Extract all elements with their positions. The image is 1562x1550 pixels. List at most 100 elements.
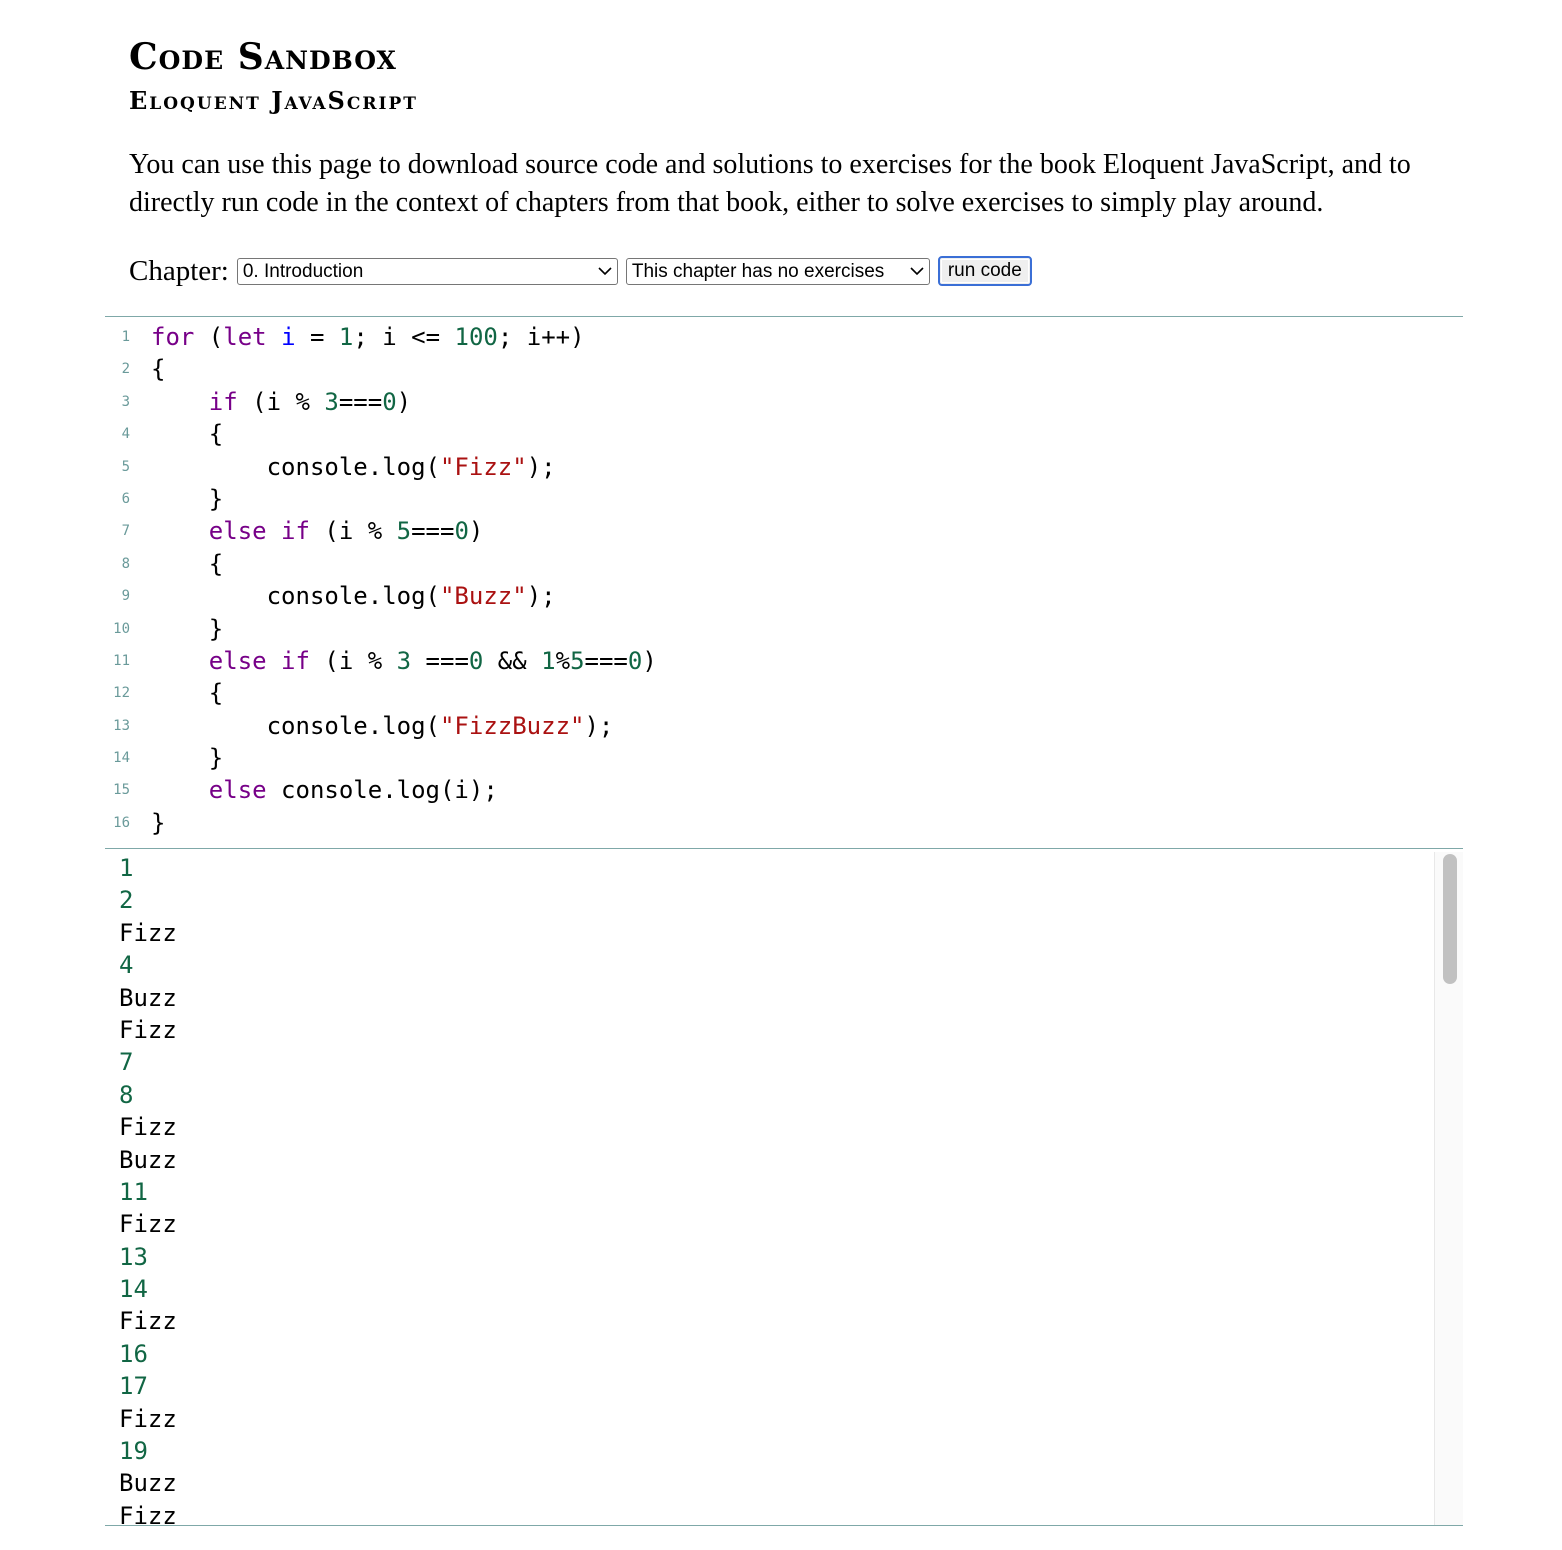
code-token: { — [151, 679, 224, 708]
code-token: % — [555, 646, 571, 675]
exercise-select[interactable]: This chapter has no exercises — [625, 257, 930, 285]
page-subtitle: Eloquent JavaScript — [129, 86, 418, 115]
code-token: if — [281, 517, 310, 546]
output-line: Buzz — [119, 1469, 177, 1498]
code-token: 3 — [396, 646, 412, 675]
code-token: (i % — [237, 387, 325, 416]
code-line[interactable]: 9 console.log("Buzz"); — [105, 580, 1463, 612]
code-token: { — [151, 420, 224, 449]
code-token: else — [208, 646, 267, 675]
code-line[interactable]: 8 { — [105, 548, 1463, 580]
line-number: 10 — [113, 620, 130, 637]
code-text: { — [151, 353, 165, 385]
editor-top-divider — [105, 316, 1463, 317]
code-text: if (i % 3===0) — [151, 386, 411, 418]
code-text: { — [151, 677, 223, 709]
code-line[interactable]: 11 else if (i % 3 ===0 && 1%5===0) — [105, 645, 1463, 677]
code-token: i — [281, 323, 296, 351]
code-token: 3 — [324, 387, 339, 416]
code-token: } — [151, 744, 224, 773]
code-line[interactable]: 7 else if (i % 5===0) — [105, 515, 1463, 547]
code-token: ; i++) — [497, 323, 585, 351]
code-token: ( — [194, 323, 224, 351]
code-line[interactable]: 14 } — [105, 742, 1463, 774]
code-token: 0 — [468, 646, 484, 675]
code-token: && — [483, 646, 542, 675]
intro-paragraph: You can use this page to download source… — [129, 149, 1411, 218]
code-line[interactable]: 2{ — [105, 353, 1463, 385]
code-token: ) — [396, 387, 412, 416]
code-line[interactable]: 6 } — [105, 483, 1463, 515]
chapter-select-value: 0. Introduction — [242, 260, 364, 282]
code-text: for (let i = 1; i <= 100; i++) — [151, 321, 585, 353]
chapter-label: Chapter: — [129, 254, 229, 287]
code-editor[interactable]: 1 for (let i = 1; i <= 100; i++) 2{3 if (i… — [105, 321, 1463, 847]
code-line[interactable]: 1 for (let i = 1; i <= 100; i++) — [105, 321, 1463, 353]
code-token: === — [584, 646, 628, 675]
scrollbar-thumb[interactable] — [1443, 854, 1457, 984]
output-line: Buzz — [119, 983, 177, 1012]
line-number: 14 — [113, 750, 130, 767]
output-bottom-divider — [105, 1525, 1463, 1526]
code-text: console.log("FizzBuzz"); — [151, 710, 614, 742]
code-line[interactable]: 12 { — [105, 677, 1463, 709]
output-line: 2 — [119, 886, 134, 915]
code-line[interactable]: 5 console.log("Fizz"); — [105, 451, 1463, 483]
code-line[interactable]: 10 } — [105, 613, 1463, 645]
code-token: 0 — [627, 646, 643, 675]
code-text: } — [151, 613, 223, 645]
output-line: 11 — [119, 1177, 148, 1206]
code-line[interactable]: 4 { — [105, 418, 1463, 450]
code-token: for — [151, 323, 195, 351]
code-token: { — [151, 549, 224, 578]
run-code-button[interactable]: run code — [937, 256, 1032, 286]
code-token: 0 — [382, 387, 397, 416]
output-scrollbar[interactable] — [1434, 852, 1463, 1525]
code-token: console.log( — [151, 452, 440, 481]
code-line[interactable]: 15 else console.log(i); — [105, 774, 1463, 806]
code-line[interactable]: 13 console.log("FizzBuzz"); — [105, 710, 1463, 742]
line-number: 7 — [121, 523, 130, 540]
output-line: 4 — [119, 951, 134, 980]
chevron-down-icon — [598, 266, 612, 275]
output-panel: 1 2 Fizz 4 Buzz Fizz 7 8 Fizz Buzz 11 Fizz 13 14 Fizz 1… — [105, 852, 1463, 1525]
code-line[interactable]: 3 if (i % 3===0) — [105, 386, 1463, 418]
code-token: } — [151, 484, 224, 513]
output-lines: 1 2 Fizz 4 Buzz Fizz 7 8 Fizz Buzz 11 Fizz 13 14 Fizz 1… — [105, 852, 1463, 1525]
output-line: Fizz — [119, 1404, 177, 1433]
line-number: 1 — [121, 329, 130, 345]
code-token: (i % — [309, 517, 397, 546]
code-token: "Buzz" — [439, 582, 527, 611]
code-token: ) — [642, 646, 657, 675]
code-token: ); — [526, 452, 556, 481]
code-token: "FizzBuzz" — [439, 711, 585, 740]
code-token: "Fizz" — [439, 452, 527, 481]
line-number: 11 — [113, 652, 130, 669]
code-token: console.log( — [151, 711, 440, 740]
code-token: 100 — [454, 323, 498, 351]
output-line: 16 — [119, 1339, 148, 1368]
code-token: ) — [468, 517, 484, 546]
code-token: else — [208, 517, 267, 546]
line-number: 6 — [121, 490, 130, 507]
line-number: 2 — [121, 361, 130, 378]
chapter-select[interactable]: 0. Introduction — [236, 257, 618, 285]
code-token: } — [151, 614, 224, 643]
code-text: console.log("Fizz"); — [151, 451, 556, 483]
line-number: 3 — [121, 393, 130, 410]
code-token: ); — [584, 711, 614, 740]
output-line: 7 — [119, 1048, 134, 1077]
line-number: 4 — [121, 426, 130, 443]
code-text: { — [151, 548, 223, 580]
code-token: let — [223, 323, 267, 351]
code-text: } — [151, 483, 223, 515]
code-text: else if (i % 5===0) — [151, 515, 484, 547]
editor-output-divider — [105, 848, 1463, 849]
line-number: 16 — [113, 814, 130, 831]
code-line[interactable]: 16} — [105, 807, 1463, 839]
